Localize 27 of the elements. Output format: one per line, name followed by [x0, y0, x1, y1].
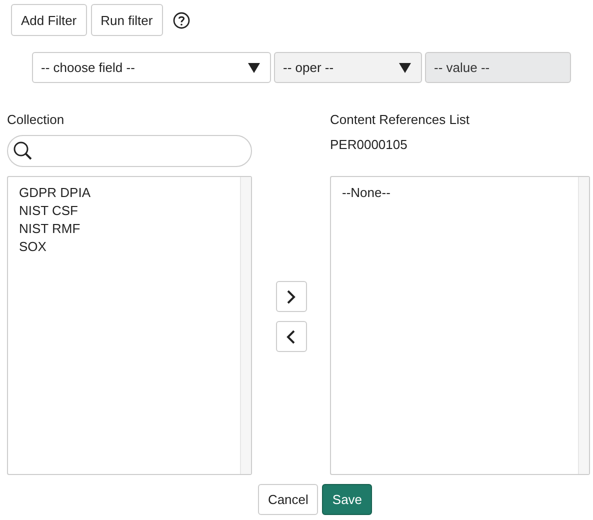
search-icon [13, 141, 33, 161]
filter-button[interactable]: Run filter [90, 4, 163, 36]
field-select[interactable]: -- choose field -- [32, 52, 271, 83]
list-item[interactable]: --None-- [342, 184, 567, 202]
references-label: Content References List [330, 113, 470, 129]
collection-list[interactable]: GDPR DPIA NIST CSF NIST RMF SOX [7, 176, 252, 475]
caret-icon [248, 62, 260, 72]
move-left-button[interactable] [276, 321, 306, 352]
scrollbar[interactable] [578, 177, 589, 474]
move-right-button[interactable] [276, 281, 306, 312]
chevron-left-icon [286, 330, 296, 344]
record-number: PER0000105 [330, 138, 408, 154]
collection-label: Collection [7, 113, 66, 129]
list-item[interactable]: GDPR DPIA [19, 184, 229, 202]
help-icon[interactable] [172, 12, 190, 28]
save-button[interactable]: Save [322, 484, 372, 515]
filter-button[interactable]: Add Filter [11, 4, 87, 36]
search-field[interactable] [7, 135, 252, 167]
list-item[interactable]: SOX [19, 238, 229, 256]
list-item[interactable]: NIST RMF [19, 220, 229, 238]
cancel-button[interactable]: Cancel [258, 484, 318, 515]
operator-select[interactable]: -- oper -- [274, 52, 422, 83]
scrollbar[interactable] [240, 177, 251, 474]
list-item[interactable]: NIST CSF [19, 202, 229, 220]
chevron-right-icon [286, 290, 296, 304]
caret-icon [399, 62, 411, 72]
references-list[interactable]: --None-- [330, 176, 590, 475]
